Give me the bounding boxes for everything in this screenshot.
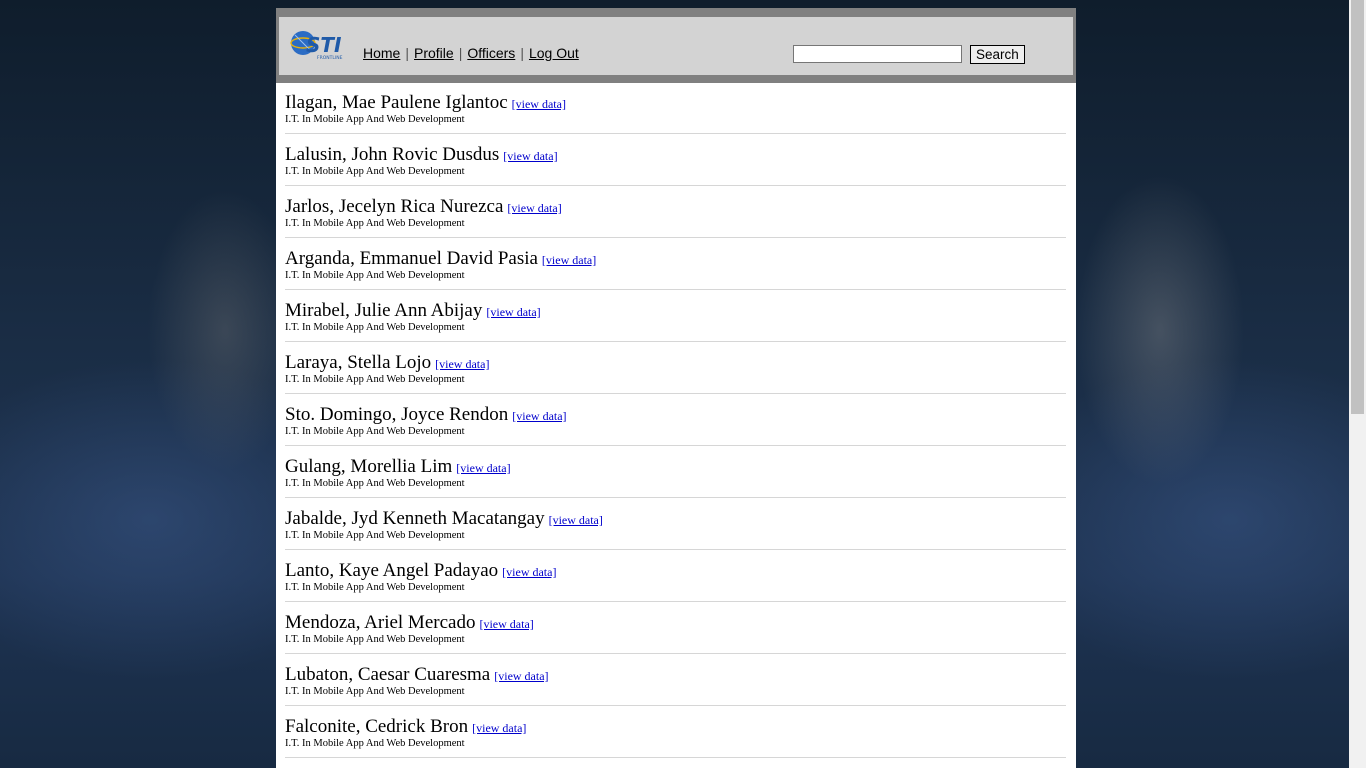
nav-separator: | bbox=[405, 45, 409, 61]
nav-officers-link[interactable]: Officers bbox=[467, 45, 515, 61]
student-course: I.T. In Mobile App And Web Development bbox=[285, 166, 465, 177]
student-course: I.T. In Mobile App And Web Development bbox=[285, 374, 465, 385]
view-data-link[interactable]: [view data] bbox=[479, 617, 533, 631]
student-name-line: Mirabel, Julie Ann Abijay [view data] bbox=[285, 301, 541, 322]
view-data-link[interactable]: [view data] bbox=[549, 513, 603, 527]
student-name-line: Gulang, Morellia Lim [view data] bbox=[285, 457, 511, 478]
nav-separator: | bbox=[458, 45, 463, 61]
page-container: STI FRONTLINE Home | Profile | Officers | Log … bbox=[276, 8, 1076, 768]
view-data-link[interactable]: [view data] bbox=[472, 721, 526, 735]
student-name: Mirabel, Julie Ann Abijay bbox=[285, 300, 483, 321]
view-data-link[interactable]: [view data] bbox=[512, 97, 566, 111]
student-name-line: Lanto, Kaye Angel Padayao [view data] bbox=[285, 561, 556, 582]
student-course: I.T. In Mobile App And Web Development bbox=[285, 738, 465, 749]
student-course: I.T. In Mobile App And Web Development bbox=[285, 530, 465, 541]
student-course: I.T. In Mobile App And Web Development bbox=[285, 270, 465, 281]
student-name: Arganda, Emmanuel David Pasia bbox=[285, 248, 538, 269]
student-name: Lalusin, John Rovic Dusdus bbox=[285, 144, 500, 165]
student-course: I.T. In Mobile App And Web Development bbox=[285, 218, 465, 229]
student-course: I.T. In Mobile App And Web Development bbox=[285, 582, 465, 593]
student-name: Jarlos, Jecelyn Rica Nurezca bbox=[285, 196, 504, 217]
view-data-link[interactable]: [view data] bbox=[502, 565, 556, 579]
student-course: I.T. In Mobile App And Web Development bbox=[285, 426, 465, 437]
student-row: Sto. Domingo, Joyce Rendon [view data] I.… bbox=[285, 394, 1066, 446]
student-name-line: Sto. Domingo, Joyce Rendon [view data] bbox=[285, 405, 567, 426]
student-course: I.T. In Mobile App And Web Development bbox=[285, 322, 465, 333]
student-row: Ilagan, Mae Paulene Iglantoc [view data] … bbox=[285, 82, 1066, 134]
student-row: Gulang, Morellia Lim [view data] I.T. In … bbox=[285, 446, 1066, 498]
student-row: Arganda, Emmanuel David Pasia [view data]… bbox=[285, 238, 1066, 290]
student-row: Lanto, Kaye Angel Padayao [view data] I.T… bbox=[285, 550, 1066, 602]
view-data-link[interactable]: [view data] bbox=[435, 357, 489, 371]
student-name: Gulang, Morellia Lim bbox=[285, 456, 453, 477]
student-row: Jabalde, Jyd Kenneth Macatangay [view dat… bbox=[285, 498, 1066, 550]
view-data-link[interactable]: [view data] bbox=[456, 461, 510, 475]
student-name: Jabalde, Jyd Kenneth Macatangay bbox=[285, 508, 545, 529]
header-bar: STI FRONTLINE Home | Profile | Officers | Log … bbox=[276, 8, 1076, 83]
search-button[interactable]: Search bbox=[970, 45, 1025, 64]
view-data-link[interactable]: [view data] bbox=[507, 201, 561, 215]
student-name-line: Arganda, Emmanuel David Pasia [view data] bbox=[285, 249, 596, 270]
student-name-line: Jabalde, Jyd Kenneth Macatangay [view dat… bbox=[285, 509, 603, 530]
student-row: Lalusin, John Rovic Dusdus [view data] I.… bbox=[285, 134, 1066, 186]
student-list: Ilagan, Mae Paulene Iglantoc [view data] … bbox=[285, 82, 1066, 758]
student-name: Mendoza, Ariel Mercado bbox=[285, 612, 476, 633]
student-row: Jarlos, Jecelyn Rica Nurezca [view data] … bbox=[285, 186, 1066, 238]
view-data-link[interactable]: [view data] bbox=[512, 409, 566, 423]
student-course: I.T. In Mobile App And Web Development bbox=[285, 114, 465, 125]
student-row: Laraya, Stella Lojo [view data] I.T. In M… bbox=[285, 342, 1066, 394]
student-course: I.T. In Mobile App And Web Development bbox=[285, 634, 465, 645]
view-data-link[interactable]: [view data] bbox=[494, 669, 548, 683]
student-name-line: Lalusin, John Rovic Dusdus [view data] bbox=[285, 145, 558, 166]
view-data-link[interactable]: [view data] bbox=[542, 253, 596, 267]
student-name-line: Mendoza, Ariel Mercado [view data] bbox=[285, 613, 534, 634]
student-row: Mendoza, Ariel Mercado [view data] I.T. I… bbox=[285, 602, 1066, 654]
student-name-line: Lubaton, Caesar Cuaresma [view data] bbox=[285, 665, 549, 686]
search-input[interactable] bbox=[793, 45, 962, 63]
nav-separator: | bbox=[520, 45, 524, 61]
student-row: Mirabel, Julie Ann Abijay [view data] I.T… bbox=[285, 290, 1066, 342]
nav-home-link[interactable]: Home bbox=[363, 45, 400, 61]
student-course: I.T. In Mobile App And Web Development bbox=[285, 686, 465, 697]
nav-profile-link[interactable]: Profile bbox=[414, 45, 454, 61]
student-name-line: Falconite, Cedrick Bron [view data] bbox=[285, 717, 526, 738]
student-name: Lanto, Kaye Angel Padayao bbox=[285, 560, 499, 581]
student-name: Lubaton, Caesar Cuaresma bbox=[285, 664, 491, 685]
view-data-link[interactable]: [view data] bbox=[486, 305, 540, 319]
student-name: Ilagan, Mae Paulene Iglantoc bbox=[285, 92, 508, 113]
logo-text: STI bbox=[306, 33, 342, 57]
scrollbar-thumb[interactable] bbox=[1351, 0, 1364, 414]
page-scrollbar[interactable] bbox=[1349, 0, 1366, 768]
student-row: Lubaton, Caesar Cuaresma [view data] I.T.… bbox=[285, 654, 1066, 706]
student-row: Falconite, Cedrick Bron [view data] I.T. … bbox=[285, 706, 1066, 758]
main-nav: Home | Profile | Officers | Log Out bbox=[363, 45, 579, 61]
student-name-line: Jarlos, Jecelyn Rica Nurezca [view data] bbox=[285, 197, 562, 218]
logo-subtext: FRONTLINE bbox=[317, 55, 343, 61]
student-name-line: Laraya, Stella Lojo [view data] bbox=[285, 353, 489, 374]
view-data-link[interactable]: [view data] bbox=[503, 149, 557, 163]
nav-logout-link[interactable]: Log Out bbox=[529, 45, 579, 61]
student-name: Sto. Domingo, Joyce Rendon bbox=[285, 404, 509, 425]
student-name: Falconite, Cedrick Bron bbox=[285, 716, 469, 737]
student-name-line: Ilagan, Mae Paulene Iglantoc [view data] bbox=[285, 93, 566, 114]
sti-logo-icon: STI FRONTLINE bbox=[290, 31, 343, 61]
student-name: Laraya, Stella Lojo bbox=[285, 352, 432, 373]
student-course: I.T. In Mobile App And Web Development bbox=[285, 478, 465, 489]
